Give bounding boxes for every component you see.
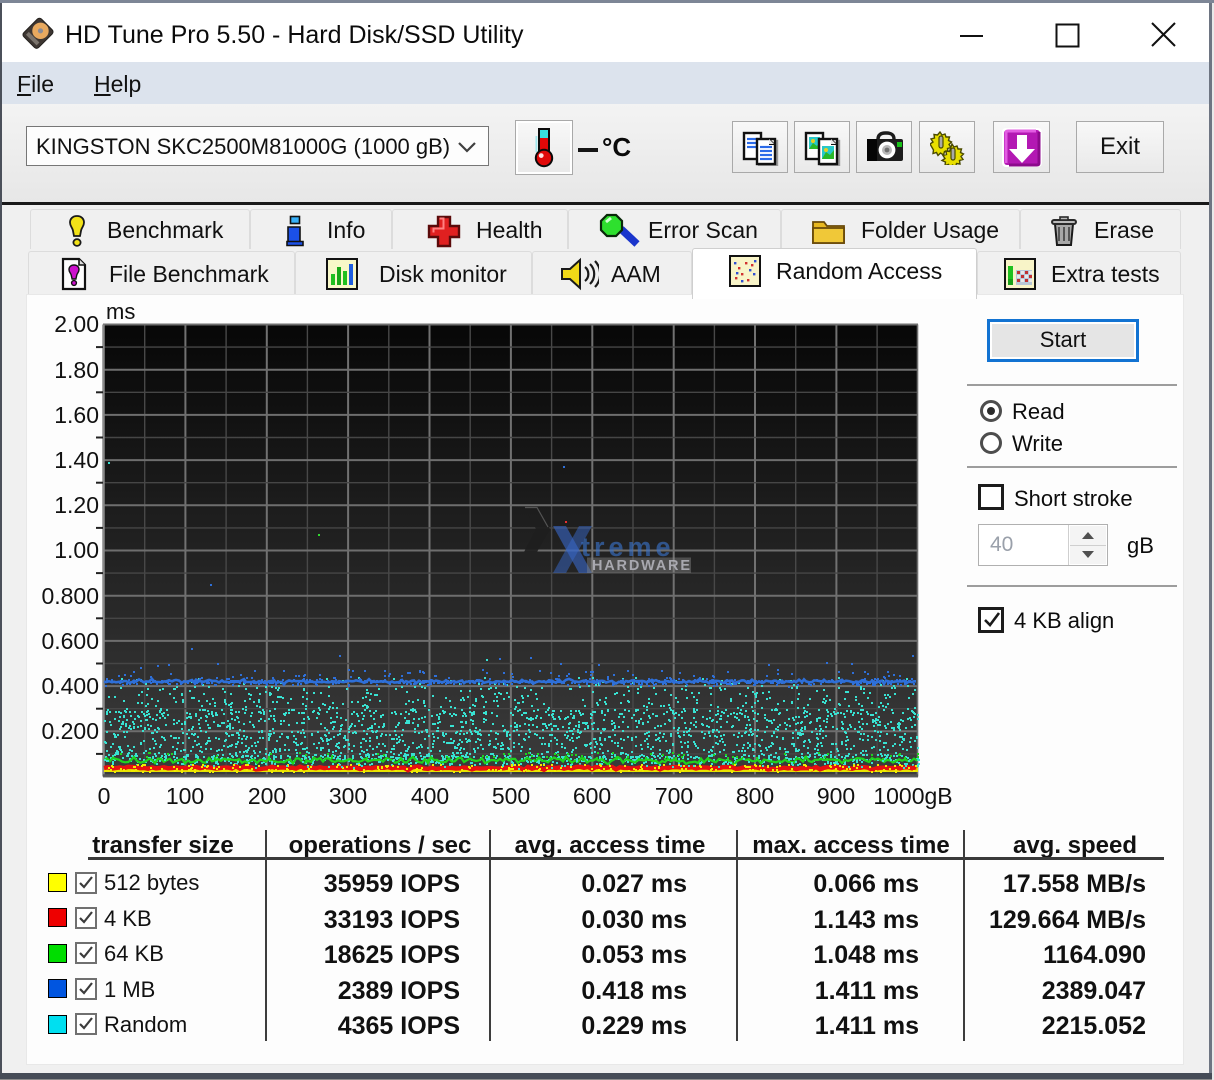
svg-text:0.800: 0.800 xyxy=(41,583,99,609)
svg-text:300: 300 xyxy=(329,783,367,809)
svg-text:200: 200 xyxy=(248,783,286,809)
svg-text:HARDWARE: HARDWARE xyxy=(592,558,692,574)
svg-text:0.600: 0.600 xyxy=(41,628,99,654)
svg-text:900: 900 xyxy=(817,783,855,809)
svg-text:100: 100 xyxy=(166,783,204,809)
svg-text:1.80: 1.80 xyxy=(54,357,99,383)
svg-text:500: 500 xyxy=(492,783,530,809)
svg-text:1000gB: 1000gB xyxy=(873,783,952,809)
svg-text:1.60: 1.60 xyxy=(54,402,99,428)
svg-text:700: 700 xyxy=(655,783,693,809)
svg-text:0.200: 0.200 xyxy=(41,718,99,744)
svg-text:ms: ms xyxy=(106,299,135,324)
svg-text:600: 600 xyxy=(573,783,611,809)
svg-text:1.00: 1.00 xyxy=(54,537,99,563)
svg-text:0.400: 0.400 xyxy=(41,673,99,699)
svg-text:800: 800 xyxy=(736,783,774,809)
svg-text:1.20: 1.20 xyxy=(54,492,99,518)
svg-text:400: 400 xyxy=(411,783,449,809)
svg-text:2.00: 2.00 xyxy=(54,311,99,337)
svg-text:1.40: 1.40 xyxy=(54,447,99,473)
svg-text:0: 0 xyxy=(98,783,111,809)
